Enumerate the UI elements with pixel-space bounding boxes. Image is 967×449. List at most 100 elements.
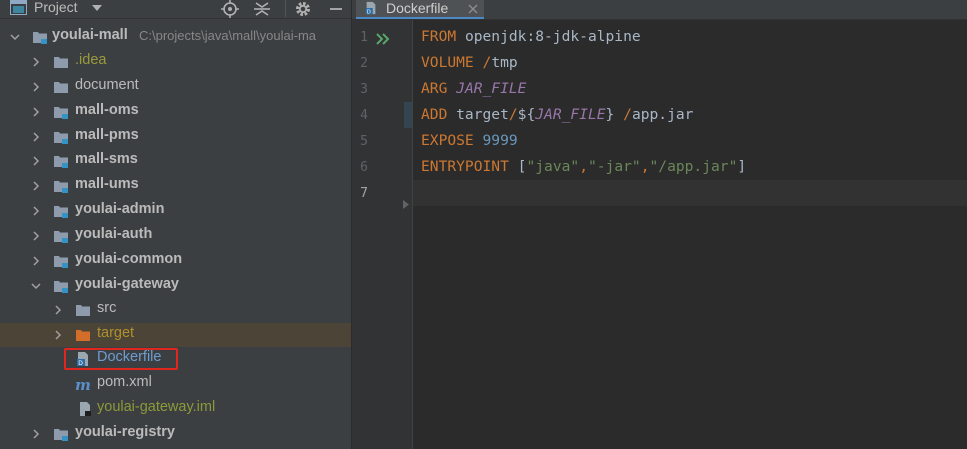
keyword: ENTRYPOINT [421,158,509,175]
chevron-down-icon[interactable] [10,32,20,42]
editor-gutter: 1 2 3 4 5 6 7 [352,20,412,449]
tree-row-document[interactable]: document [0,75,351,99]
svg-text:D: D [367,9,371,15]
tree-row-youlai-registry[interactable]: youlai-registry [0,422,351,446]
chevron-right-icon[interactable] [31,429,41,439]
project-tool-window: Project youlai-mall C:\projects\java\mal… [0,0,351,449]
tree-row-mall-pms[interactable]: mall-pms [0,125,351,149]
tree-row-root[interactable]: youlai-mall C:\projects\java\mall\youlai… [0,25,351,49]
tree-label-youlai-auth: youlai-auth [75,226,153,242]
chevron-down-icon[interactable] [31,281,41,291]
tree-row-youlai-auth[interactable]: youlai-auth [0,224,351,248]
chevron-right-icon[interactable] [31,256,41,266]
string: "-jar" [587,158,641,175]
chevron-right-icon[interactable] [31,82,41,92]
chevron-right-icon[interactable] [31,231,41,241]
folder-icon [54,82,68,93]
variable: JAR_FILE [535,106,606,123]
editor-tab-bar: D Dockerfile [352,0,967,20]
dropdown-icon[interactable] [90,1,104,15]
path-slash: / [623,106,632,123]
minimize-icon[interactable] [326,0,346,19]
tab-dockerfile[interactable]: D Dockerfile [356,0,484,19]
project-view-icon [10,0,27,15]
chevron-right-icon[interactable] [31,132,41,142]
tree-label-document: document [75,77,139,93]
code-text: tmp [491,54,518,71]
tree-label-mall-pms: mall-pms [75,127,139,143]
run-icon[interactable] [376,32,390,46]
tree-label-iml: youlai-gateway.iml [97,399,216,415]
code-line-3: ARG JAR_FILE [413,76,967,102]
module-folder-icon [54,181,68,193]
tree-row-mall-ums[interactable]: mall-ums [0,174,351,198]
project-panel-title[interactable]: Project [34,0,78,15]
tree-row-idea[interactable]: .idea [0,50,351,74]
chevron-right-icon[interactable] [31,206,41,216]
code-line-1: FROM openjdk:8-jdk-alpine [413,24,967,50]
keyword: FROM [421,28,457,45]
gear-icon[interactable] [293,0,313,19]
collapse-all-icon[interactable] [252,0,272,19]
module-folder-icon [54,107,68,119]
tree-row-mall-oms[interactable]: mall-oms [0,100,351,124]
string: "java" [526,158,580,175]
number: 9999 [482,132,518,149]
code-line-2: VOLUME /tmp [413,50,967,76]
tree-label-youlai-gateway: youlai-gateway [75,276,179,292]
root-path: C:\projects\java\mall\youlai-ma [139,28,317,43]
chevron-right-icon[interactable] [31,107,41,117]
line-number: 5 [360,134,368,149]
code-line-7 [413,180,967,206]
folder-icon [54,57,68,68]
chevron-right-icon[interactable] [31,181,41,191]
close-icon[interactable] [467,3,479,15]
chevron-right-icon[interactable] [53,305,63,315]
module-folder-icon [33,32,47,44]
tree-label-root: youlai-mall [52,27,128,43]
tree-label-mall-oms: mall-oms [75,102,139,118]
module-folder-icon [54,132,68,144]
tree-label-pom: pom.xml [97,374,152,390]
maven-icon: m [75,376,91,392]
fold-marker-icon[interactable] [402,200,410,209]
tree-label-youlai-common: youlai-common [75,251,183,267]
tree-row-pom[interactable]: m pom.xml [0,372,351,396]
line-number: 7 [360,186,368,201]
variable: JAR_FILE [456,80,527,97]
chevron-right-icon[interactable] [31,57,41,67]
tree-label-target: target [97,325,135,341]
code-line-6: ENTRYPOINT ["java","-jar","/app.jar"] [413,154,967,180]
chevron-right-icon[interactable] [53,330,63,340]
module-folder-icon [54,156,68,168]
tree-row-youlai-common[interactable]: youlai-common [0,249,351,273]
chevron-right-icon[interactable] [31,156,41,166]
tree-label-mall-ums: mall-ums [75,176,139,192]
tree-row-src[interactable]: src [0,298,351,322]
tree-row-mall-sms[interactable]: mall-sms [0,149,351,173]
highlight-box [64,348,178,370]
tree-row-youlai-admin[interactable]: youlai-admin [0,199,351,223]
path-slash: / [508,106,518,123]
code-text: target [447,106,509,123]
module-folder-icon [54,256,68,268]
code-line-4: ADD target/${JAR_FILE} /app.jar [413,102,967,128]
line-number: 2 [360,56,368,71]
tree-row-target[interactable]: target [0,323,351,347]
keyword: ADD [421,106,448,123]
excluded-folder-icon [76,330,90,341]
tree-row-youlai-gateway[interactable]: youlai-gateway [0,274,351,298]
header-separator [285,0,286,17]
tree-row-iml[interactable]: youlai-gateway.iml [0,397,351,421]
locate-icon[interactable] [220,0,240,19]
iml-file-icon [80,402,91,416]
line-number: 3 [360,82,368,97]
keyword: VOLUME [421,54,474,71]
keyword: ARG [421,80,448,97]
code-text: ${ [517,106,536,123]
docker-file-icon: D [365,1,376,15]
svg-text:m: m [75,376,91,392]
folder-icon [76,305,90,316]
